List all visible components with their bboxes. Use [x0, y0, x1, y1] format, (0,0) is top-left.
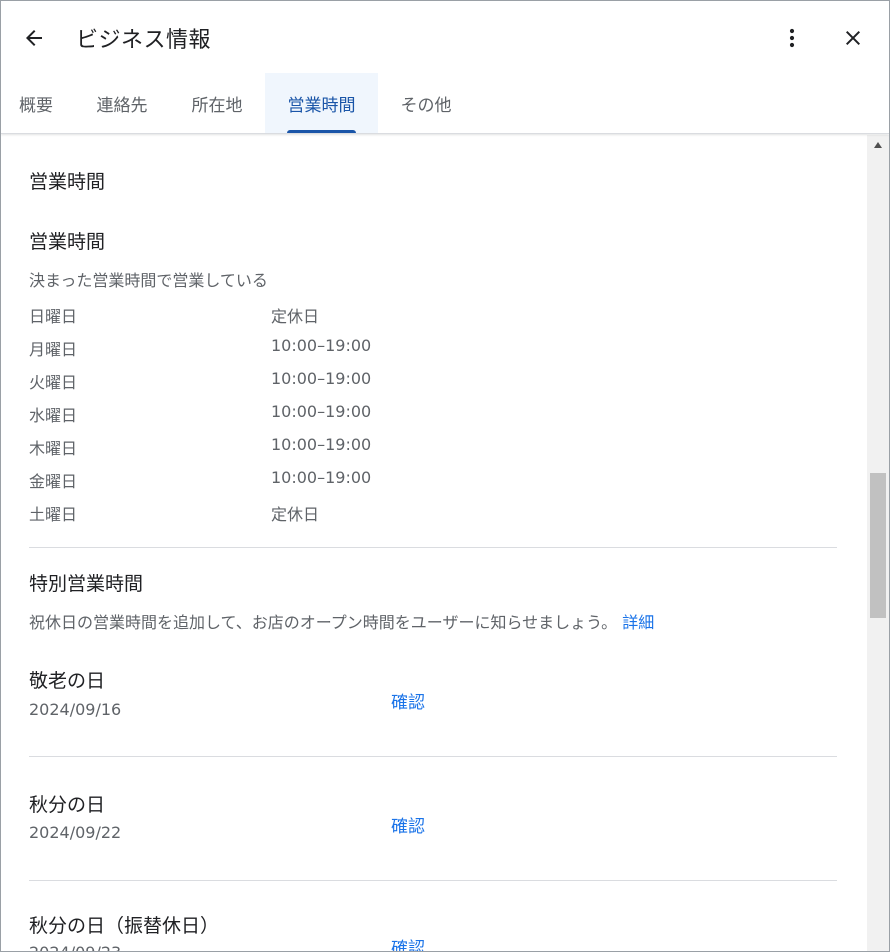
scroll-up-button[interactable]: [867, 135, 889, 155]
close-button[interactable]: [838, 23, 868, 53]
day-label: 月曜日: [29, 340, 78, 359]
special-hours-text: 祝休日の営業時間を追加して、お店のオープン時間をユーザーに知らせましょう。: [29, 613, 618, 632]
close-icon: [846, 31, 860, 45]
divider: [29, 547, 837, 548]
day-hours: 10:00–19:00: [271, 435, 372, 454]
day-hours: 定休日: [271, 505, 320, 524]
special-hours-title: 特別営業時間: [29, 573, 144, 595]
day-label: 土曜日: [29, 505, 78, 524]
day-hours: 10:00–19:00: [271, 336, 372, 355]
holiday-date: 2024/09/22: [29, 823, 122, 842]
divider: [29, 880, 837, 881]
regular-hours-description: 決まった営業時間で営業している: [29, 271, 268, 290]
tab-overview[interactable]: 概要: [1, 73, 71, 133]
holiday-name: 秋分の日: [29, 794, 106, 816]
day-hours: 10:00–19:00: [271, 402, 372, 421]
confirm-button[interactable]: 確認: [391, 688, 425, 713]
divider: [29, 756, 837, 757]
day-hours: 10:00–19:00: [271, 369, 372, 388]
triangle-up-icon: [874, 142, 882, 148]
tab-contact[interactable]: 連絡先: [77, 73, 167, 133]
tab-hours[interactable]: 営業時間: [265, 73, 378, 133]
scrollbar-thumb[interactable]: [870, 473, 886, 618]
tab-bar: 概要 連絡先 所在地 営業時間 その他: [1, 73, 889, 133]
more-vert-icon: [789, 28, 795, 48]
tab-other[interactable]: その他: [381, 73, 471, 133]
regular-hours-title: 営業時間: [29, 231, 106, 253]
vertical-scrollbar[interactable]: [867, 135, 889, 951]
more-options-button[interactable]: [777, 23, 807, 53]
business-info-dialog: ビジネス情報 概要 連絡先 所在地 営業時間 その他 営業時間 営業時間 決まっ…: [0, 0, 890, 952]
day-label: 火曜日: [29, 373, 78, 392]
details-link[interactable]: 詳細: [622, 613, 654, 632]
confirm-button[interactable]: 確認: [391, 934, 425, 951]
holiday-name: 敬老の日: [29, 670, 106, 692]
section-title: 営業時間: [29, 171, 106, 193]
confirm-button[interactable]: 確認: [391, 812, 425, 837]
arrow-left-icon: [26, 30, 42, 46]
day-label: 水曜日: [29, 406, 78, 425]
dialog-title: ビジネス情報: [76, 28, 212, 53]
holiday-name: 秋分の日（振替休日）: [29, 915, 220, 937]
tab-location[interactable]: 所在地: [173, 73, 261, 133]
special-hours-description: 祝休日の営業時間を追加して、お店のオープン時間をユーザーに知らせましょう。 詳細: [29, 609, 654, 633]
day-label: 木曜日: [29, 439, 78, 458]
holiday-date: 2024/09/16: [29, 700, 122, 719]
day-hours: 10:00–19:00: [271, 468, 372, 487]
holiday-date: 2024/09/23: [29, 943, 121, 951]
back-button[interactable]: [19, 23, 49, 53]
day-hours: 定休日: [271, 307, 320, 326]
day-label: 金曜日: [29, 472, 78, 491]
dialog-header: ビジネス情報 概要 連絡先 所在地 営業時間 その他: [1, 1, 889, 134]
hours-content: 営業時間 営業時間 決まった営業時間で営業している 日曜日 定休日 月曜日 10…: [1, 135, 867, 951]
day-label: 日曜日: [29, 307, 78, 326]
